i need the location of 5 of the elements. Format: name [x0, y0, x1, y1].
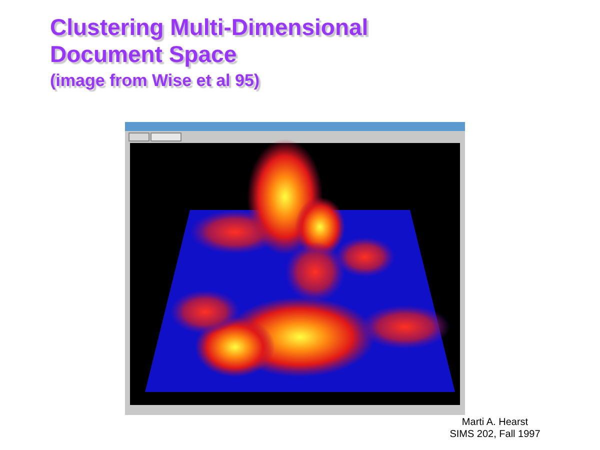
slide-title: Document Space — [50, 41, 238, 68]
author-credit: SIMS 202, Fall 1997 — [448, 429, 542, 441]
slide-title: Clustering Multi-Dimensional — [50, 14, 370, 41]
slide-subtitle: (image from Wise et al 95) — [50, 70, 261, 92]
author-credit: Marti A. Hearst — [460, 417, 530, 429]
